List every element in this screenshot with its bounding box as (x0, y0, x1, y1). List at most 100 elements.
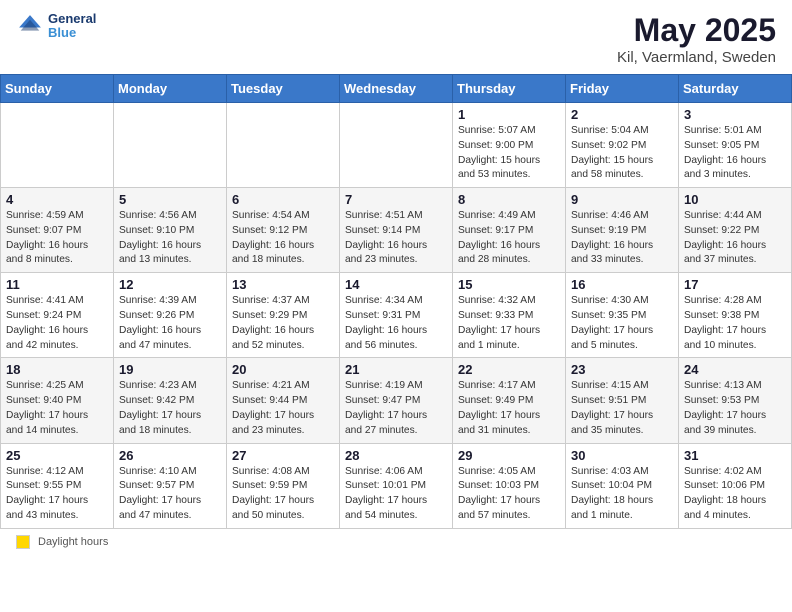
logo-icon (16, 12, 44, 40)
day-info: Sunrise: 4:30 AM Sunset: 9:35 PM Dayligh… (571, 294, 673, 353)
calendar-day-cell: 18Sunrise: 4:25 AM Sunset: 9:40 PM Dayli… (1, 358, 114, 443)
calendar-subtitle: Kil, Vaermland, Sweden (617, 49, 776, 66)
calendar-day-cell: 10 Sunrise: 4:44 AM Sunset: 9:22 PM Dayli… (679, 188, 792, 273)
day-number: 16 (571, 277, 673, 292)
calendar-week-row: 4 Sunrise: 4:59 AM Sunset: 9:07 PM Daylig… (1, 188, 792, 273)
day-number: 30 (571, 448, 673, 463)
logo-text: General Blue (48, 12, 96, 41)
calendar-day-cell: 5Sunrise: 4:56 AM Sunset: 9:10 PM Daylig… (114, 188, 227, 273)
calendar-day-cell: 1 Sunrise: 5:07 AM Sunset: 9:00 PM Daylig… (453, 103, 566, 188)
day-info: Sunrise: 4:03 AM Sunset: 10:04 PM Daylig… (571, 465, 673, 524)
calendar-header-row: SundayMondayTuesdayWednesdayThursdayFrid… (1, 75, 792, 103)
calendar-table: SundayMondayTuesdayWednesdayThursdayFrid… (0, 74, 792, 529)
day-of-week-header: Sunday (1, 75, 114, 103)
calendar-day-cell: 16 Sunrise: 4:30 AM Sunset: 9:35 PM Dayli… (566, 273, 679, 358)
day-number: 15 (458, 277, 560, 292)
day-number: 29 (458, 448, 560, 463)
calendar-week-row: 1 Sunrise: 5:07 AM Sunset: 9:00 PM Daylig… (1, 103, 792, 188)
day-number: 23 (571, 362, 673, 377)
day-of-week-header: Friday (566, 75, 679, 103)
calendar-day-cell: 13Sunrise: 4:37 AM Sunset: 9:29 PM Dayli… (227, 273, 340, 358)
day-number: 5 (119, 192, 221, 207)
day-of-week-header: Thursday (453, 75, 566, 103)
day-number: 14 (345, 277, 447, 292)
calendar-day-cell (114, 103, 227, 188)
day-info: Sunrise: 5:04 AM Sunset: 9:02 PM Dayligh… (571, 124, 673, 183)
calendar-day-cell (340, 103, 453, 188)
day-info: Sunrise: 4:12 AM Sunset: 9:55 PM Dayligh… (6, 465, 108, 524)
day-number: 19 (119, 362, 221, 377)
day-number: 28 (345, 448, 447, 463)
calendar-day-cell: 21Sunrise: 4:19 AM Sunset: 9:47 PM Dayli… (340, 358, 453, 443)
calendar-day-cell: 17 Sunrise: 4:28 AM Sunset: 9:38 PM Dayli… (679, 273, 792, 358)
day-info: Sunrise: 4:39 AM Sunset: 9:26 PM Dayligh… (119, 294, 221, 353)
calendar-day-cell: 2 Sunrise: 5:04 AM Sunset: 9:02 PM Daylig… (566, 103, 679, 188)
calendar-day-cell: 12 Sunrise: 4:39 AM Sunset: 9:26 PM Dayli… (114, 273, 227, 358)
day-info: Sunrise: 4:15 AM Sunset: 9:51 PM Dayligh… (571, 379, 673, 438)
calendar-day-cell: 27Sunrise: 4:08 AM Sunset: 9:59 PM Dayli… (227, 443, 340, 528)
day-info: Sunrise: 4:10 AM Sunset: 9:57 PM Dayligh… (119, 465, 221, 524)
calendar-day-cell: 4 Sunrise: 4:59 AM Sunset: 9:07 PM Daylig… (1, 188, 114, 273)
day-info: Sunrise: 4:46 AM Sunset: 9:19 PM Dayligh… (571, 209, 673, 268)
day-number: 18 (6, 362, 108, 377)
calendar-day-cell: 25 Sunrise: 4:12 AM Sunset: 9:55 PM Dayli… (1, 443, 114, 528)
day-info: Sunrise: 4:17 AM Sunset: 9:49 PM Dayligh… (458, 379, 560, 438)
logo: General Blue (16, 12, 96, 41)
calendar-day-cell: 9 Sunrise: 4:46 AM Sunset: 9:19 PM Daylig… (566, 188, 679, 273)
calendar-day-cell: 15 Sunrise: 4:32 AM Sunset: 9:33 PM Dayli… (453, 273, 566, 358)
title-block: May 2025 Kil, Vaermland, Sweden (617, 12, 776, 66)
day-info: Sunrise: 4:21 AM Sunset: 9:44 PM Dayligh… (232, 379, 334, 438)
day-number: 6 (232, 192, 334, 207)
day-number: 17 (684, 277, 786, 292)
calendar-day-cell: 8Sunrise: 4:49 AM Sunset: 9:17 PM Daylig… (453, 188, 566, 273)
day-info: Sunrise: 4:34 AM Sunset: 9:31 PM Dayligh… (345, 294, 447, 353)
day-number: 12 (119, 277, 221, 292)
day-of-week-header: Monday (114, 75, 227, 103)
calendar-day-cell: 11 Sunrise: 4:41 AM Sunset: 9:24 PM Dayli… (1, 273, 114, 358)
calendar-week-row: 25 Sunrise: 4:12 AM Sunset: 9:55 PM Dayli… (1, 443, 792, 528)
calendar-day-cell (227, 103, 340, 188)
day-number: 7 (345, 192, 447, 207)
day-info: Sunrise: 5:07 AM Sunset: 9:00 PM Dayligh… (458, 124, 560, 183)
day-info: Sunrise: 4:41 AM Sunset: 9:24 PM Dayligh… (6, 294, 108, 353)
legend-label: Daylight hours (38, 536, 108, 548)
day-info: Sunrise: 4:51 AM Sunset: 9:14 PM Dayligh… (345, 209, 447, 268)
calendar-day-cell: 28Sunrise: 4:06 AM Sunset: 10:01 PM Dayl… (340, 443, 453, 528)
day-info: Sunrise: 4:49 AM Sunset: 9:17 PM Dayligh… (458, 209, 560, 268)
day-number: 1 (458, 107, 560, 122)
calendar-day-cell: 19Sunrise: 4:23 AM Sunset: 9:42 PM Dayli… (114, 358, 227, 443)
day-number: 21 (345, 362, 447, 377)
day-number: 27 (232, 448, 334, 463)
calendar-footer: Daylight hours (0, 529, 792, 555)
day-number: 10 (684, 192, 786, 207)
day-info: Sunrise: 4:28 AM Sunset: 9:38 PM Dayligh… (684, 294, 786, 353)
calendar-day-cell: 23 Sunrise: 4:15 AM Sunset: 9:51 PM Dayli… (566, 358, 679, 443)
day-number: 31 (684, 448, 786, 463)
calendar-day-cell (1, 103, 114, 188)
day-of-week-header: Wednesday (340, 75, 453, 103)
calendar-day-cell: 30 Sunrise: 4:03 AM Sunset: 10:04 PM Dayl… (566, 443, 679, 528)
day-info: Sunrise: 4:13 AM Sunset: 9:53 PM Dayligh… (684, 379, 786, 438)
day-info: Sunrise: 4:54 AM Sunset: 9:12 PM Dayligh… (232, 209, 334, 268)
day-number: 11 (6, 277, 108, 292)
calendar-day-cell: 22Sunrise: 4:17 AM Sunset: 9:49 PM Dayli… (453, 358, 566, 443)
day-number: 4 (6, 192, 108, 207)
day-info: Sunrise: 4:59 AM Sunset: 9:07 PM Dayligh… (6, 209, 108, 268)
day-number: 9 (571, 192, 673, 207)
calendar-title: May 2025 (617, 12, 776, 49)
day-info: Sunrise: 4:05 AM Sunset: 10:03 PM Daylig… (458, 465, 560, 524)
page-container: General Blue May 2025 Kil, Vaermland, Sw… (0, 0, 792, 555)
calendar-week-row: 11 Sunrise: 4:41 AM Sunset: 9:24 PM Dayli… (1, 273, 792, 358)
day-of-week-header: Saturday (679, 75, 792, 103)
day-number: 13 (232, 277, 334, 292)
calendar-day-cell: 3Sunrise: 5:01 AM Sunset: 9:05 PM Daylig… (679, 103, 792, 188)
calendar-day-cell: 26 Sunrise: 4:10 AM Sunset: 9:57 PM Dayli… (114, 443, 227, 528)
day-info: Sunrise: 4:32 AM Sunset: 9:33 PM Dayligh… (458, 294, 560, 353)
day-number: 26 (119, 448, 221, 463)
calendar-day-cell: 7 Sunrise: 4:51 AM Sunset: 9:14 PM Daylig… (340, 188, 453, 273)
day-number: 25 (6, 448, 108, 463)
day-of-week-header: Tuesday (227, 75, 340, 103)
legend-color-box (16, 535, 30, 549)
day-number: 2 (571, 107, 673, 122)
day-info: Sunrise: 4:44 AM Sunset: 9:22 PM Dayligh… (684, 209, 786, 268)
